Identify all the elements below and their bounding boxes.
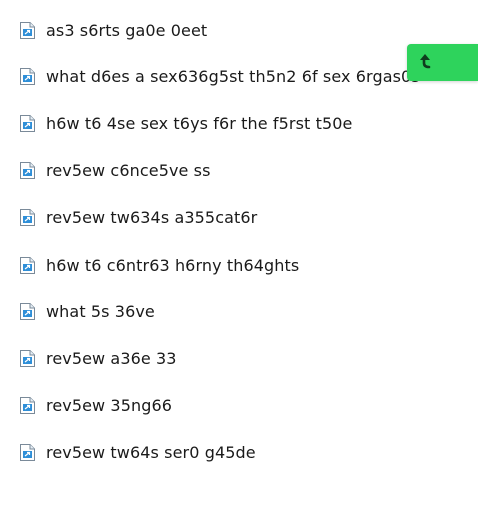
list-item-4[interactable]: rev5ew c6nce5ve ss [19,158,211,182]
document-link-icon [20,21,35,39]
list-item-6[interactable]: h6w t6 c6ntr63 h6rny th64ghts [19,253,299,277]
list-item-1[interactable]: as3 s6rts ga0e 0eet [19,18,207,42]
list-item-2[interactable]: what d6es a sex636g5st th5n2 6f sex 6rga… [19,64,420,88]
list-item-label: rev5ew 35ng66 [46,395,173,415]
list-item-10[interactable]: rev5ew tw64s ser0 g45de [19,440,256,464]
document-link-icon [20,302,35,320]
list-item-label: what 5s 36ve [46,301,155,321]
document-link-icon [20,396,35,414]
list-item-7[interactable]: what 5s 36ve [19,299,155,323]
list-item-8[interactable]: rev5ew a36e 33 [19,346,177,370]
list-item-label: as3 s6rts ga0e 0eet [46,20,208,40]
list-item-3[interactable]: h6w t6 4se sex t6ys f6r the f5rst t50e [19,111,352,135]
list-item-label: h6w t6 c6ntr63 h6rny th64ghts [46,255,300,275]
list-item-label: what d6es a sex636g5st th5n2 6f sex 6rga… [46,66,420,86]
list-item-label: rev5ew a36e 33 [46,348,177,368]
document-link-icon [20,67,35,85]
list-item-label: rev5ew tw634s a355cat6r [46,207,258,227]
document-link-icon [20,349,35,367]
document-link-icon [20,208,35,226]
document-link-icon [20,443,35,461]
document-link-icon [20,114,35,132]
list-item-label: rev5ew c6nce5ve ss [46,160,211,180]
back-arrow-icon [420,54,431,69]
document-link-icon [20,161,35,179]
back-to-top-button[interactable] [407,44,478,81]
list-item-label: rev5ew tw64s ser0 g45de [46,442,256,462]
document-link-icon [20,256,35,274]
list-item-5[interactable]: rev5ew tw634s a355cat6r [19,205,257,229]
list-item-label: h6w t6 4se sex t6ys f6r the f5rst t50e [46,113,353,133]
list-item-9[interactable]: rev5ew 35ng66 [19,393,172,417]
